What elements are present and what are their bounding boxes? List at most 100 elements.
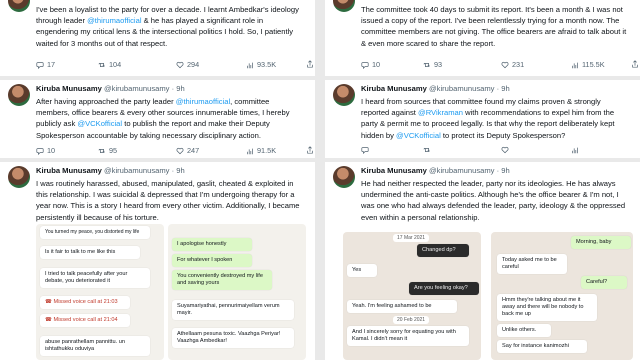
share-button[interactable] (631, 60, 639, 68)
chat-screenshot-left[interactable]: 17 Mar 2021 Changed dp? Yes Are you feel… (343, 232, 481, 360)
views-icon (246, 61, 254, 69)
missed-call: ☎ Missed voice call at 21:04 (40, 314, 130, 327)
chat-message: Yeah. I'm feeling ashamed to be (347, 300, 457, 313)
retweet-button[interactable]: 93 (423, 60, 442, 69)
retweet-icon (98, 147, 106, 155)
chat-message: I apologise honestly (172, 238, 252, 251)
author-handle[interactable]: @kirubamunusamy (429, 166, 495, 175)
chat-message: Yes (347, 264, 377, 277)
retweet-button[interactable] (423, 146, 431, 154)
chat-screenshot-left[interactable]: You turned my peace, you distorted my li… (36, 224, 164, 360)
tweet-text: I was routinely harassed, abused, manipu… (36, 179, 300, 222)
views-icon (571, 61, 579, 69)
date-divider: 20 Feb 2021 (393, 316, 430, 324)
chat-message: Athellaam pesuna toxic. Vaazhga Periyar!… (172, 328, 294, 348)
chat-screenshot-right[interactable]: Morning, baby Today asked me to be caref… (491, 232, 633, 360)
reply-icon (36, 61, 44, 69)
tweet-card-1[interactable]: I've been a loyalist to the party for ov… (0, 0, 315, 76)
tweet-card-5[interactable]: Kiruba Munusamy @kirubamunusamy · 9h I w… (0, 162, 315, 360)
tweet-header: Kiruba Munusamy @kirubamunusamy · 9h (36, 166, 185, 175)
chat-message: Today asked me to be careful (497, 254, 567, 274)
tweet-time[interactable]: · 9h (497, 84, 510, 93)
heart-icon (501, 146, 509, 154)
tweet-actions: 10 93 231 115.5K (361, 60, 638, 70)
share-button[interactable] (306, 60, 314, 68)
tweet-card-4[interactable]: Kiruba Munusamy @kirubamunusamy · 9h I h… (325, 80, 640, 158)
like-button[interactable]: 294 (176, 60, 199, 69)
reply-icon (361, 61, 369, 69)
avatar[interactable] (333, 166, 355, 188)
like-button[interactable] (501, 146, 509, 154)
reply-button[interactable]: 17 (36, 60, 55, 69)
tweet-text: I heard from sources that committee foun… (361, 97, 615, 140)
like-button[interactable]: 231 (501, 60, 524, 69)
mention-link[interactable]: @thirumaofficial (87, 16, 141, 25)
like-button[interactable]: 247 (176, 146, 199, 155)
avatar[interactable] (333, 0, 355, 12)
reply-button[interactable] (361, 146, 369, 154)
retweet-icon (98, 61, 106, 69)
tweet-header: Kiruba Munusamy @kirubamunusamy · 9h (361, 166, 510, 175)
chat-message: Morning, baby (571, 236, 631, 249)
tweet-text: The committee took 40 days to submit its… (361, 5, 627, 48)
tweet-time[interactable]: · 9h (172, 166, 185, 175)
chat-message: abuse panrathellam pannittu. un ishtathu… (40, 336, 150, 356)
author-name[interactable]: Kiruba Munusamy (36, 84, 102, 93)
retweet-icon (423, 61, 431, 69)
tweet-time[interactable]: · 9h (497, 166, 510, 175)
tweet-text: After having approached the party leader… (36, 97, 290, 140)
tweet-card-3[interactable]: Kiruba Munusamy @kirubamunusamy · 9h Aft… (0, 80, 315, 158)
avatar[interactable] (8, 0, 30, 12)
author-name[interactable]: Kiruba Munusamy (36, 166, 102, 175)
tweet-actions (361, 146, 628, 156)
tweet-card-6[interactable]: Kiruba Munusamy @kirubamunusamy · 9h He … (325, 162, 640, 360)
retweet-button[interactable]: 104 (98, 60, 121, 69)
mention-link[interactable]: @VCKofficial (396, 131, 441, 140)
tweet-card-2[interactable]: The committee took 40 days to submit its… (325, 0, 640, 76)
reply-icon (36, 147, 44, 155)
heart-icon (176, 61, 184, 69)
chat-message: Changed dp? (417, 244, 469, 257)
author-handle[interactable]: @kirubamunusamy (104, 84, 170, 93)
tweet-text: I've been a loyalist to the party for ov… (36, 5, 299, 48)
chat-message: Suyamariyathai, pennurimaiyellam verum m… (172, 300, 294, 320)
tweet-header: Kiruba Munusamy @kirubamunusamy · 9h (36, 84, 185, 93)
avatar[interactable] (333, 84, 355, 106)
reply-icon (361, 146, 369, 154)
tweet-time[interactable]: · 9h (172, 84, 185, 93)
retweet-button[interactable]: 95 (98, 146, 117, 155)
share-icon (631, 60, 639, 68)
author-handle[interactable]: @kirubamunusamy (104, 166, 170, 175)
tweet-actions: 10 95 247 91.5K (36, 146, 313, 156)
chat-message: You turned my peace, you distorted my li… (40, 226, 150, 239)
share-icon (306, 60, 314, 68)
retweet-icon (423, 146, 431, 154)
mention-link[interactable]: @thirumaofficial (176, 97, 230, 106)
views-button[interactable]: 93.5K (246, 60, 276, 69)
reply-button[interactable]: 10 (361, 60, 380, 69)
heart-icon (501, 61, 509, 69)
reply-button[interactable]: 10 (36, 146, 55, 155)
mention-link[interactable]: @VCKofficial (77, 119, 122, 128)
views-button[interactable]: 115.5K (571, 60, 605, 69)
chat-message: For whatever I spoken (172, 254, 252, 267)
missed-call-icon: ☎ (45, 299, 54, 305)
chat-message: I tried to talk peacefully after your de… (40, 268, 150, 288)
chat-message: Is it fair to talk to me like this (40, 246, 140, 259)
author-name[interactable]: Kiruba Munusamy (361, 84, 427, 93)
chat-message: Unlike others. (497, 324, 551, 337)
avatar[interactable] (8, 166, 30, 188)
date-divider: 17 Mar 2021 (393, 234, 430, 242)
views-button[interactable] (571, 146, 579, 154)
chat-screenshot-right[interactable]: I apologise honestly For whatever I spok… (168, 224, 306, 360)
share-button[interactable] (306, 146, 314, 154)
chat-message: Careful? (581, 276, 627, 289)
author-handle[interactable]: @kirubamunusamy (429, 84, 495, 93)
mention-link[interactable]: @RVikraman (418, 108, 463, 117)
avatar[interactable] (8, 84, 30, 106)
missed-call-icon: ☎ (45, 317, 54, 323)
tweet-header: Kiruba Munusamy @kirubamunusamy · 9h (361, 84, 510, 93)
views-button[interactable]: 91.5K (246, 146, 276, 155)
author-name[interactable]: Kiruba Munusamy (361, 166, 427, 175)
tweet-text: He had neither respected the leader, par… (361, 179, 626, 222)
